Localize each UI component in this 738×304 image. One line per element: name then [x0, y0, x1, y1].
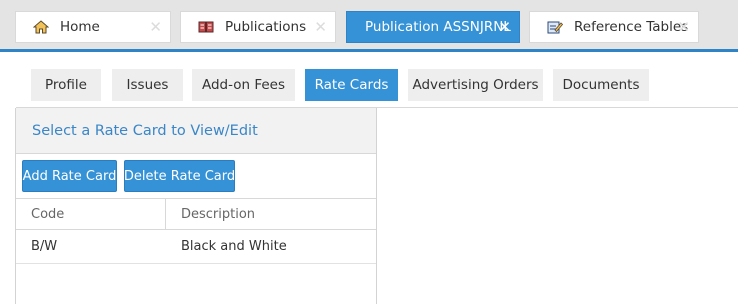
tab-label: Reference Tables: [574, 19, 689, 35]
edit-icon: [546, 19, 564, 35]
book-icon: [197, 19, 215, 35]
rate-card-panel: Select a Rate Card to View/Edit Add Rate…: [15, 108, 377, 304]
close-icon[interactable]: ✕: [498, 19, 511, 35]
close-icon[interactable]: ✕: [149, 19, 162, 35]
tab-advertising-orders[interactable]: Advertising Orders: [408, 69, 543, 101]
tab-profile[interactable]: Profile: [31, 69, 101, 101]
tab-label: Home: [60, 19, 100, 35]
tab-label: Publication ASSNJRNL: [365, 19, 511, 35]
tab-add-on-fees[interactable]: Add-on Fees: [192, 69, 295, 101]
cell-description: Black and White: [181, 239, 287, 254]
delete-rate-card-button[interactable]: Delete Rate Card: [124, 160, 235, 192]
tab-home[interactable]: Home ✕: [15, 11, 171, 43]
tab-publication-assnjrnl[interactable]: Publication ASSNJRNL ✕: [346, 11, 520, 43]
tab-publications[interactable]: Publications ✕: [180, 11, 336, 43]
tab-label: Publications: [225, 19, 307, 35]
tab-issues[interactable]: Issues: [112, 69, 183, 101]
top-tab-bar: Home ✕ Publications ✕ Publication ASSNJR…: [0, 0, 738, 52]
tab-rate-cards[interactable]: Rate Cards: [305, 69, 398, 101]
close-icon[interactable]: ✕: [677, 19, 690, 35]
add-rate-card-button[interactable]: Add Rate Card: [22, 160, 117, 192]
tab-documents[interactable]: Documents: [553, 69, 649, 101]
button-row: Add Rate Card Delete Rate Card: [16, 154, 376, 199]
column-header-code[interactable]: Code: [16, 199, 166, 229]
close-icon[interactable]: ✕: [314, 19, 327, 35]
column-header-description[interactable]: Description: [166, 199, 376, 229]
table-header: Code Description: [16, 199, 376, 230]
home-icon: [32, 19, 50, 35]
table-row[interactable]: B/W Black and White: [16, 230, 376, 264]
panel-header: Select a Rate Card to View/Edit: [16, 108, 376, 154]
panel-title: Select a Rate Card to View/Edit: [32, 122, 258, 139]
tab-reference-tables[interactable]: Reference Tables ✕: [529, 11, 699, 43]
cell-code: B/W: [31, 239, 58, 254]
